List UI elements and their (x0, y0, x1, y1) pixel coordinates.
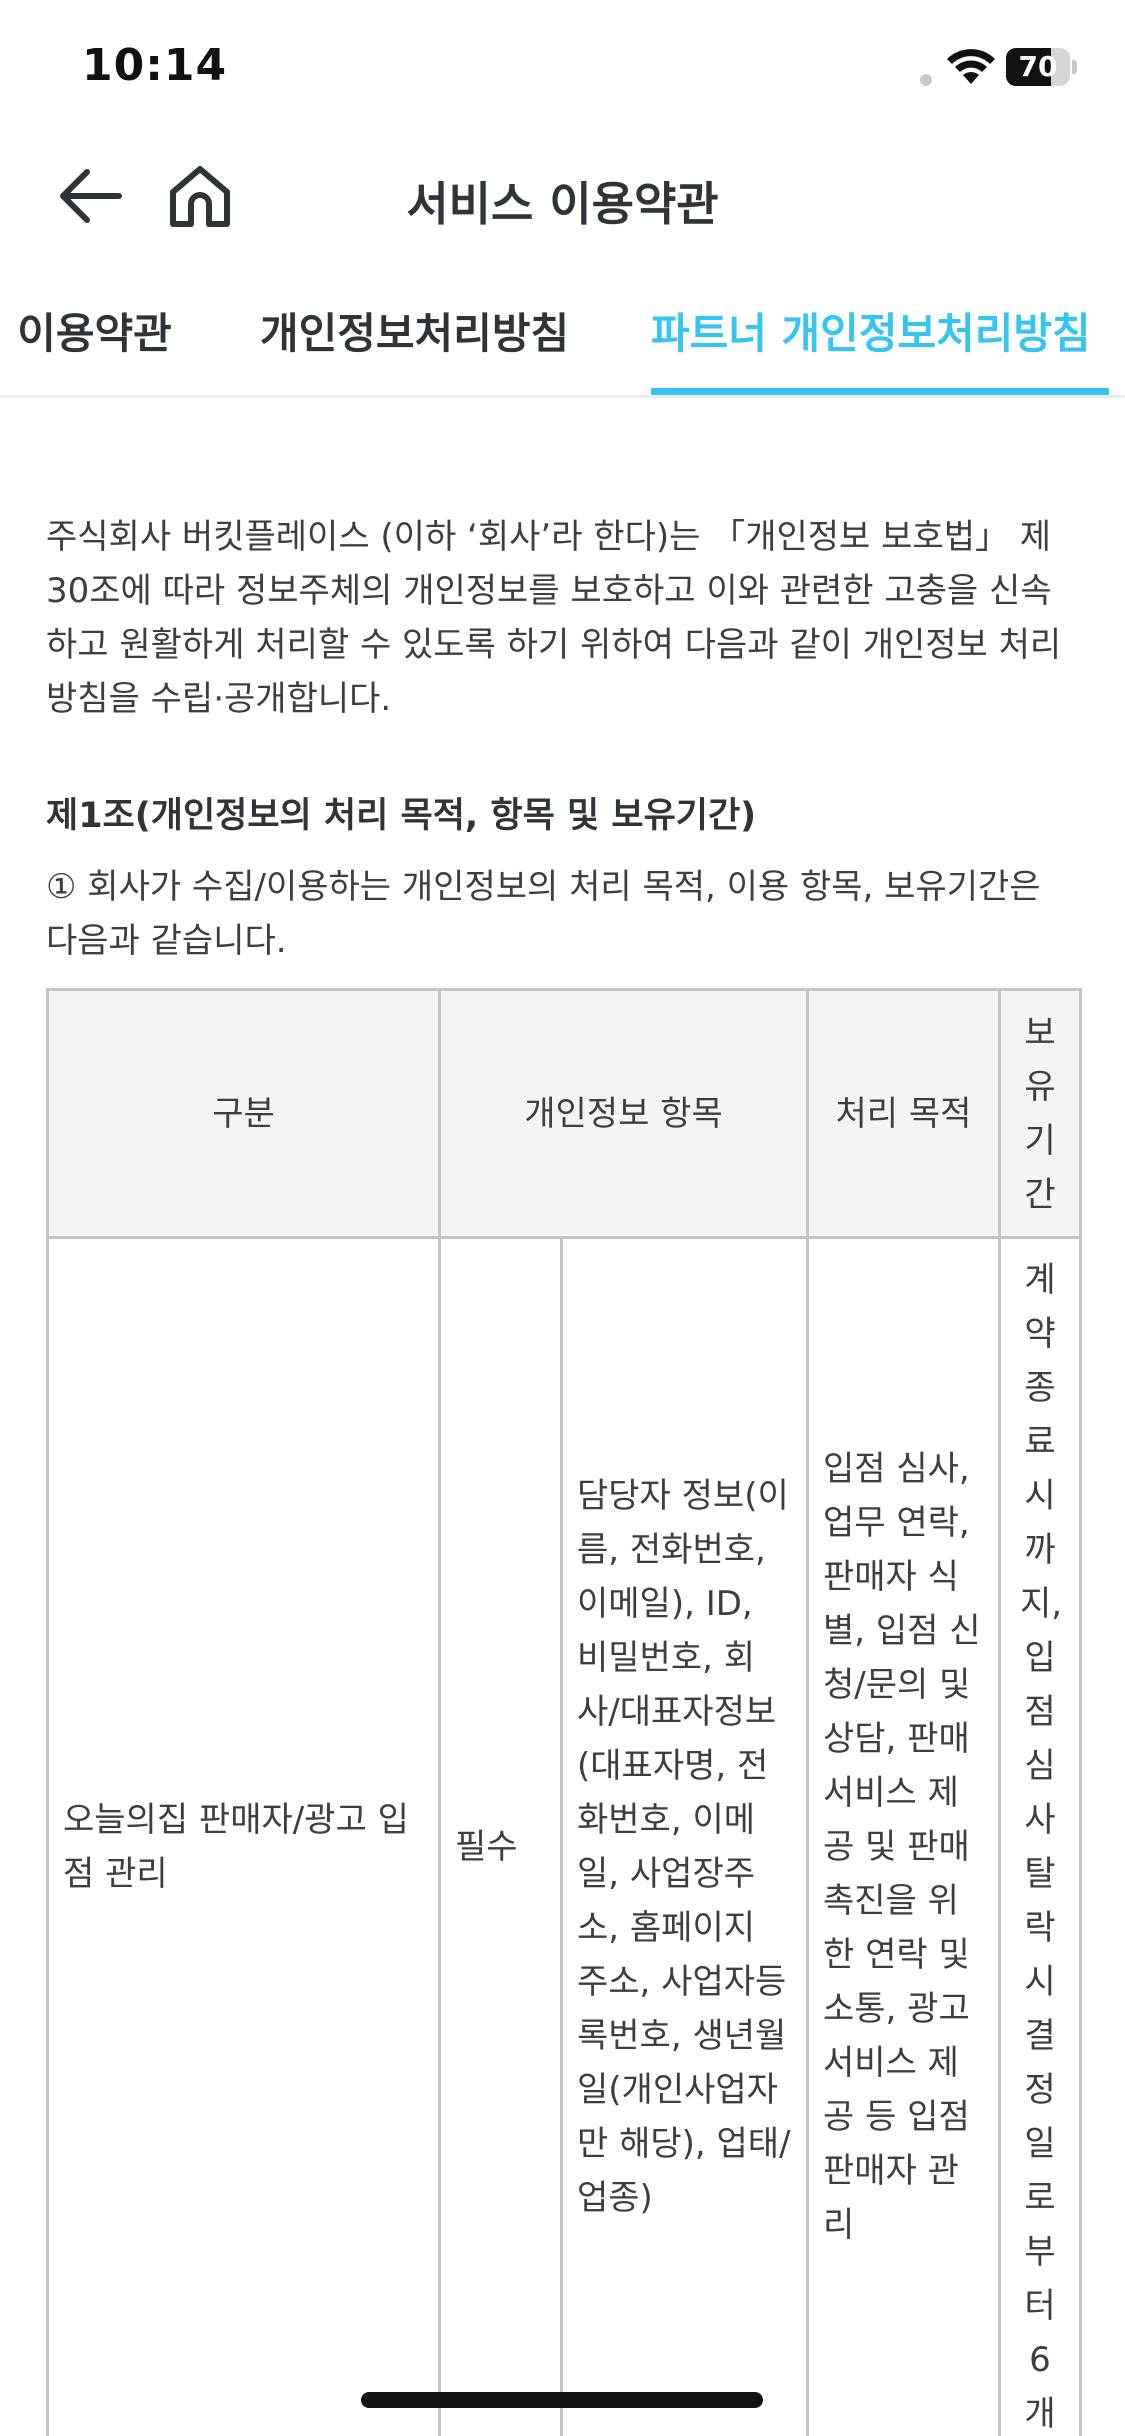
home-indicator (361, 2392, 763, 2408)
status-time: 10:14 (82, 40, 228, 91)
tab-partner-privacy-policy[interactable]: 파트너 개인정보처리방침 (651, 300, 1091, 361)
header-category: 구분 (46, 988, 441, 1239)
tab-terms[interactable]: …책 이용약관 (0, 300, 172, 361)
cell-period: 계약종료시까지,입점심사탈락시결정일로부터6개 (998, 1236, 1082, 2436)
app-header: 서비스 이용약관 (0, 140, 1125, 250)
cell-category: 오늘의집 판매자/광고 입점 관리 (46, 1236, 441, 2436)
table-row: 오늘의집 판매자/광고 입점 관리 필수 담당자 정보(이름, 전화번호, 이메… (46, 1236, 1082, 2436)
wifi-icon (947, 49, 995, 84)
tab-bar: …책 이용약관 개인정보처리방침 파트너 개인정보처리방침 (0, 282, 1125, 398)
battery-level: 70 (1018, 50, 1058, 83)
active-tab-indicator (651, 388, 1109, 395)
status-bar: 10:14 70 (0, 0, 1125, 140)
privacy-items-table: 구분 개인정보 항목 처리 목적 보유기간 오늘의집 판매자/광고 입점 관리 … (46, 988, 1082, 2436)
header-period: 보유기간 (998, 988, 1082, 1239)
article-1-paragraph: ① 회사가 수집/이용하는 개인정보의 처리 목적, 이용 항목, 보유기간은 … (46, 867, 1041, 961)
privacy-dot-icon (920, 74, 932, 86)
table-header-row: 구분 개인정보 항목 처리 목적 보유기간 (46, 988, 1082, 1239)
article-1-title: 제1조(개인정보의 처리 목적, 항목 및 보유기간) (46, 796, 757, 836)
cell-items: 담당자 정보(이름, 전화번호, 이메일), ID, 비밀번호, 회사/대표자정… (560, 1236, 809, 2436)
header-items: 개인정보 항목 (438, 988, 809, 1239)
tab-privacy-policy[interactable]: 개인정보처리방침 (260, 300, 569, 361)
cell-required: 필수 (438, 1236, 563, 2436)
intro-paragraph: 주식회사 버킷플레이스 (이하 ‘회사’라 한다)는 「개인정보 보호법」 제3… (46, 517, 1062, 719)
cell-purpose: 입점 심사, 업무 연락, 판매자 식별, 입점 신청/문의 및 상담, 판매서… (806, 1236, 1001, 2436)
battery-icon: 70 (1006, 48, 1077, 86)
header-purpose: 처리 목적 (806, 988, 1001, 1239)
page-title: 서비스 이용약관 (406, 177, 719, 231)
policy-content: 주식회사 버킷플레이스 (이하 ‘회사’라 한다)는 「개인정보 보호법」 제3… (46, 398, 1082, 2436)
